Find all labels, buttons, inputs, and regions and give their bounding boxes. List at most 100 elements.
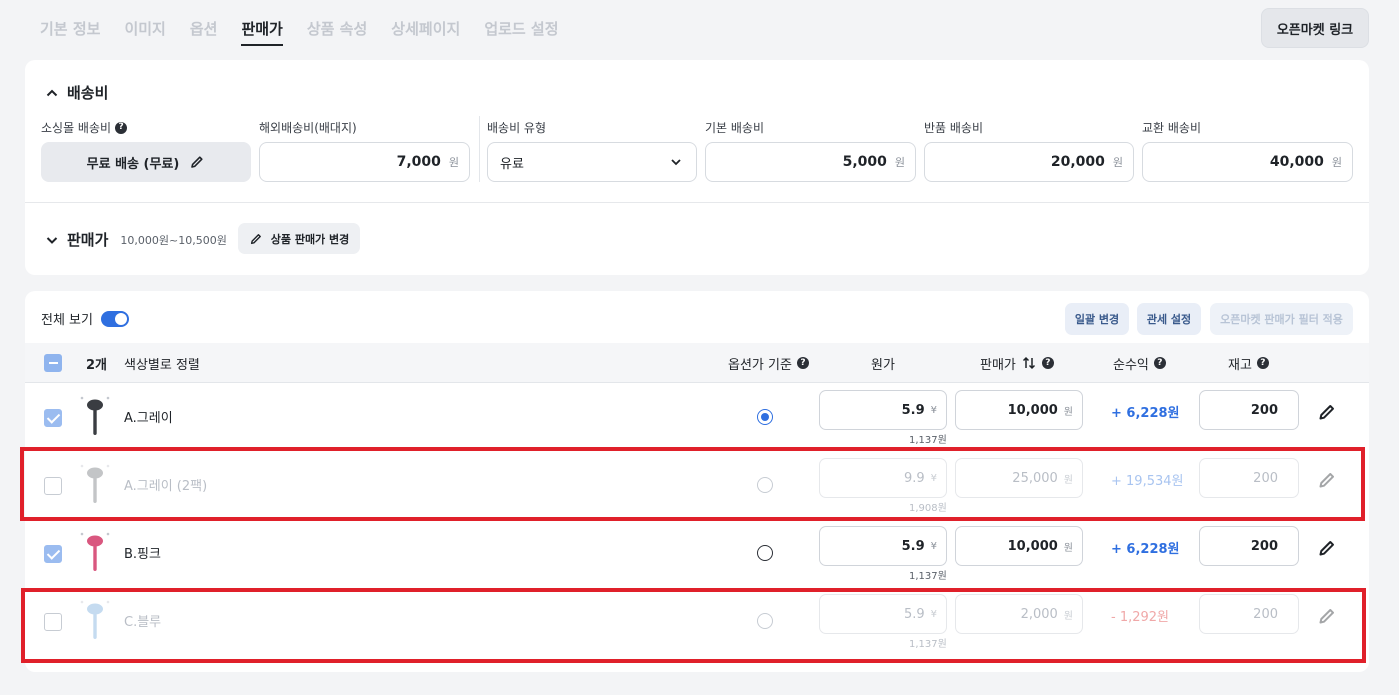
cost-krw: 1,137원 [909, 571, 947, 582]
product-thumbnail [80, 464, 110, 503]
mall-shipping-value: 무료 배송 (무료) [86, 156, 180, 172]
price-input[interactable]: 10,000 원 [955, 390, 1083, 430]
sort-by-color[interactable]: 색상별로 정렬 [124, 343, 200, 383]
cost-value: 5.9 [901, 538, 925, 554]
tab-basic-info[interactable]: 기본 정보 [40, 18, 100, 44]
yuan-unit: ¥ [930, 472, 937, 484]
table-row: C.블루 5.9 ¥1,137원 2,000 원 - 1,292원 200 [25, 587, 1369, 655]
stock-value: 200 [1253, 606, 1278, 622]
option-name: A.그레이 (2팩) [124, 479, 208, 494]
bulk-change-button[interactable]: 일괄 변경 [1065, 303, 1129, 335]
stock-input[interactable]: 200 [1199, 594, 1299, 634]
yuan-unit: ¥ [930, 404, 937, 416]
row-checkbox[interactable] [44, 613, 62, 631]
price-input[interactable]: 10,000 원 [955, 526, 1083, 566]
col-stock-label: 재고 [1228, 357, 1252, 373]
base-shipping-label: 기본 배송비 [705, 121, 765, 135]
tab-images[interactable]: 이미지 [124, 18, 165, 44]
tab-price[interactable]: 판매가 [241, 18, 284, 46]
option-base-radio[interactable] [757, 613, 773, 629]
table-header: 2개 색상별로 정렬 옵션가 기준 ? 원가 판매가 ? 순수익 ? 재고 ? [25, 343, 1369, 383]
price-value: 25,000 [1012, 470, 1058, 486]
help-icon[interactable]: ? [115, 121, 128, 134]
row-checkbox[interactable] [44, 545, 62, 563]
row-checkbox[interactable] [44, 409, 62, 427]
tab-upload-settings[interactable]: 업로드 설정 [484, 18, 558, 44]
tab-product-attributes[interactable]: 상품 속성 [307, 18, 367, 44]
help-icon[interactable]: ? [796, 357, 809, 369]
change-price-button[interactable]: 상품 판매가 변경 [238, 223, 360, 254]
col-price-label: 판매가 [980, 357, 1016, 373]
price-input[interactable]: 2,000 원 [955, 594, 1083, 634]
row-checkbox[interactable] [44, 477, 62, 495]
col-stock: 재고 ? [1228, 343, 1269, 383]
option-base-radio[interactable] [757, 545, 773, 561]
option-name: C.블루 [124, 615, 162, 630]
overseas-shipping-label: 해외배송비(배대지) [259, 121, 357, 135]
won-unit: 원 [1063, 474, 1073, 486]
pencil-icon[interactable] [1317, 606, 1337, 626]
stock-input[interactable]: 200 [1199, 390, 1299, 430]
price-section-header[interactable]: 판매가 10,000원~10,500원 [45, 229, 227, 250]
section-divider [25, 202, 1369, 203]
col-profit-label: 순수익 [1113, 357, 1149, 373]
view-all-toggle[interactable] [100, 310, 129, 327]
won-unit: 원 [1112, 156, 1123, 169]
option-base-radio[interactable] [757, 477, 773, 493]
shipping-type-label: 배송비 유형 [487, 121, 547, 135]
chevron-up-icon [46, 89, 58, 96]
stock-value: 200 [1250, 402, 1278, 418]
select-all-checkbox[interactable] [44, 354, 62, 372]
divider [479, 116, 480, 182]
help-icon[interactable]: ? [1256, 357, 1269, 369]
cost-input[interactable]: 5.9 ¥ [819, 390, 947, 430]
won-unit: 원 [1331, 156, 1342, 169]
option-name: B.핑크 [124, 547, 161, 562]
pencil-icon[interactable] [1317, 538, 1337, 558]
exchange-shipping-field[interactable]: 40,000 원 [1142, 142, 1353, 182]
mall-shipping-label: 소싱몰 배송비 ? [41, 119, 128, 136]
table-row: A.그레이 (2팩) 9.9 ¥1,908원 25,000 원 + 19,534원 200 [25, 451, 1369, 519]
pencil-icon [191, 156, 203, 168]
shipping-type-select[interactable]: 유료 [487, 142, 697, 182]
tab-detail-page[interactable]: 상세페이지 [391, 18, 460, 44]
option-name: A.그레이 [124, 411, 173, 426]
pencil-icon[interactable] [1317, 402, 1337, 422]
col-profit: 순수익 ? [1113, 343, 1166, 383]
pencil-icon[interactable] [1317, 470, 1337, 490]
help-icon[interactable]: ? [1153, 357, 1166, 369]
won-unit: 원 [1063, 542, 1073, 554]
profit-value: + 19,534원 [1111, 474, 1184, 489]
cost-input[interactable]: 9.9 ¥ [819, 458, 947, 498]
help-icon[interactable]: ? [1041, 357, 1054, 369]
price-value: 10,000 [1007, 538, 1058, 554]
cost-krw: 1,137원 [909, 435, 947, 446]
product-thumbnail [80, 600, 110, 639]
mall-shipping-button[interactable]: 무료 배송 (무료) [41, 142, 251, 182]
exchange-shipping-value: 40,000 [1269, 154, 1324, 170]
price-title: 판매가 [67, 231, 109, 249]
view-all-label: 전체 보기 [41, 313, 93, 328]
price-input[interactable]: 25,000 원 [955, 458, 1083, 498]
price-range: 10,000원~10,500원 [120, 233, 227, 247]
sort-icon[interactable] [1021, 355, 1037, 371]
tax-setting-button[interactable]: 관세 설정 [1137, 303, 1201, 335]
overseas-shipping-value: 7,000 [396, 154, 441, 170]
option-base-radio[interactable] [757, 409, 773, 425]
mall-shipping-label-text: 소싱몰 배송비 [41, 121, 112, 135]
return-shipping-label: 반품 배송비 [924, 121, 984, 135]
col-option-base-label: 옵션가 기준 [728, 357, 792, 373]
open-market-filter-button[interactable]: 오픈마켓 판매가 필터 적용 [1210, 303, 1353, 335]
stock-input[interactable]: 200 [1199, 526, 1299, 566]
won-unit: 원 [448, 156, 459, 169]
stock-input[interactable]: 200 [1199, 458, 1299, 498]
open-market-link-button[interactable]: 오픈마켓 링크 [1261, 8, 1369, 48]
base-shipping-field[interactable]: 5,000 원 [705, 142, 916, 182]
overseas-shipping-field[interactable]: 7,000 원 [259, 142, 470, 182]
cost-input[interactable]: 5.9 ¥ [819, 594, 947, 634]
shipping-section-header[interactable]: 배송비 [45, 82, 108, 103]
cost-input[interactable]: 5.9 ¥ [819, 526, 947, 566]
tab-options[interactable]: 옵션 [190, 18, 218, 44]
won-unit: 원 [894, 156, 905, 169]
return-shipping-field[interactable]: 20,000 원 [924, 142, 1134, 182]
